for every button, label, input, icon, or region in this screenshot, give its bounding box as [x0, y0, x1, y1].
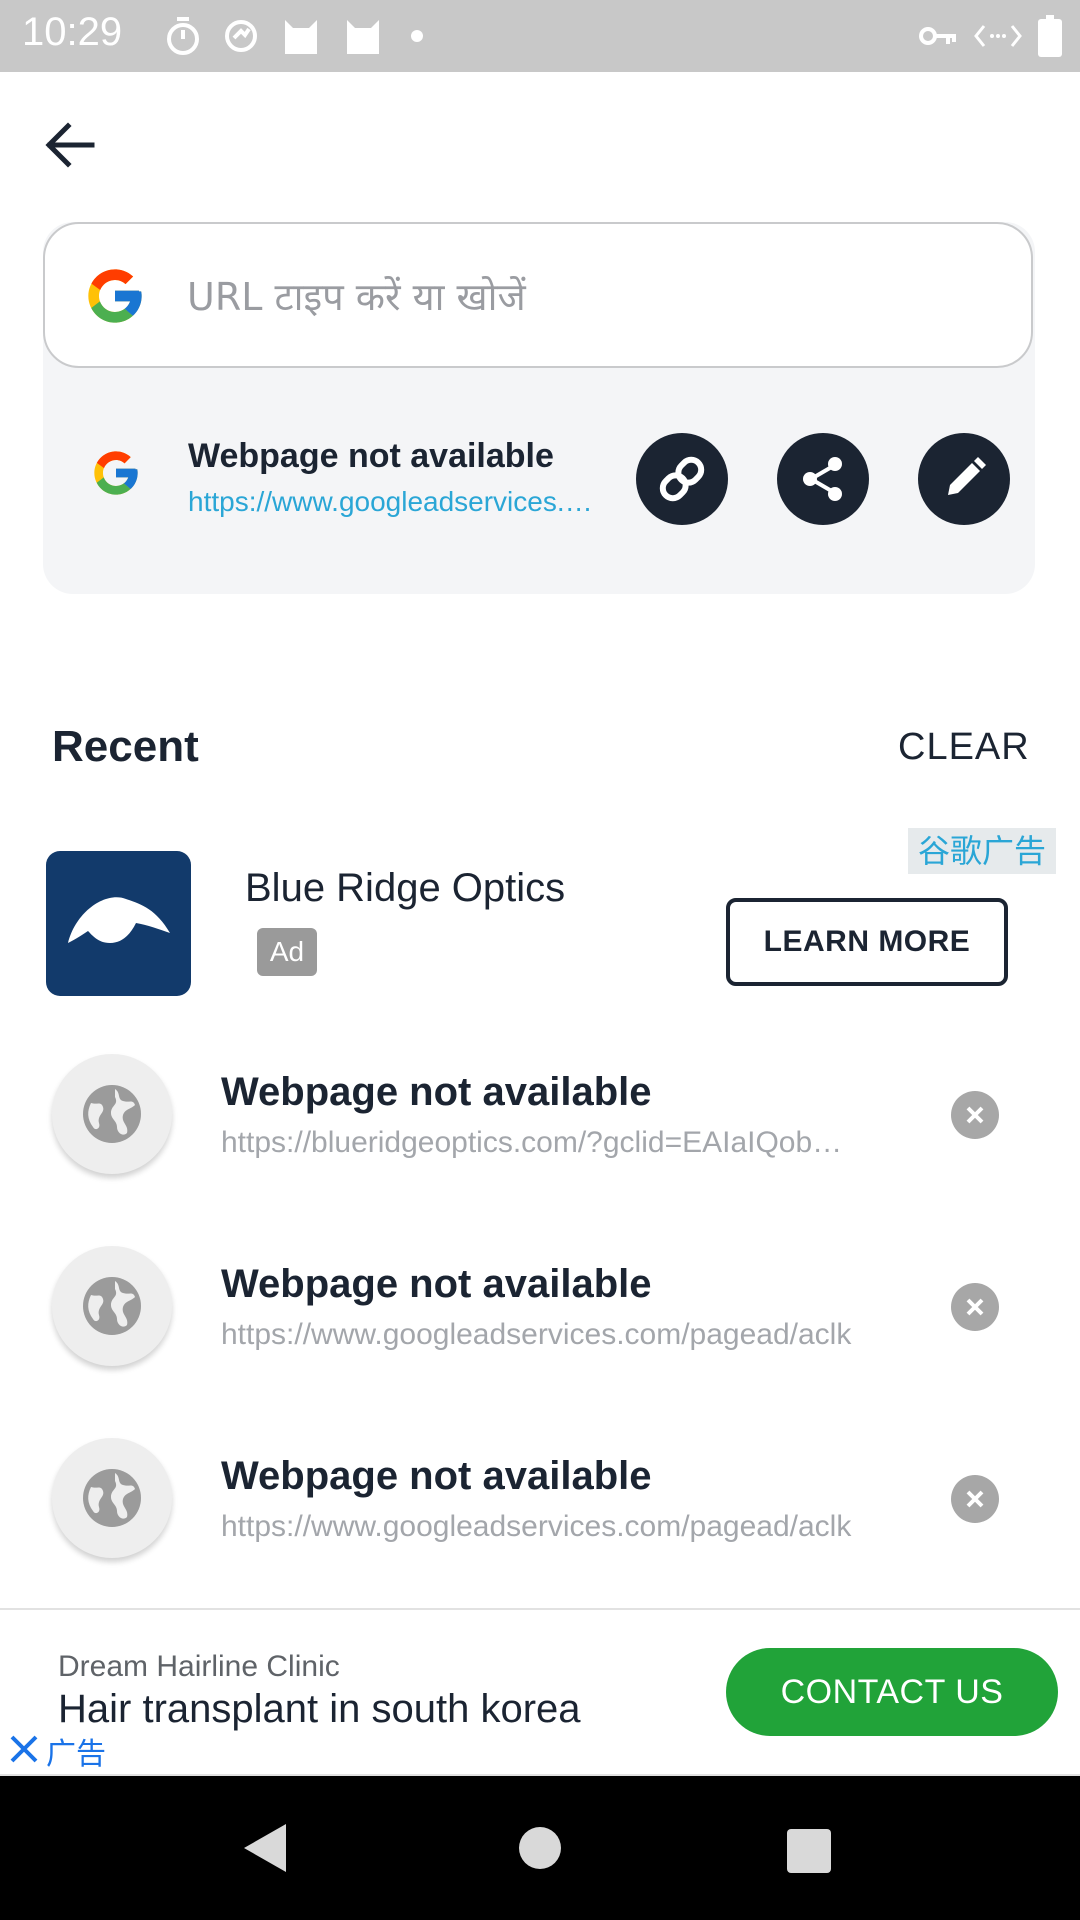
globe-icon [83, 1277, 141, 1335]
timer-icon [167, 17, 199, 55]
sync-icon [225, 20, 257, 52]
recent-item[interactable]: Webpage not available https://blueridgeo… [0, 1054, 1080, 1204]
ad-badge: Ad [257, 928, 317, 976]
status-icons-left [165, 14, 429, 58]
remove-button[interactable] [951, 1283, 999, 1331]
current-page-title[interactable]: Webpage not available [188, 437, 554, 476]
current-page-url[interactable]: https://www.googleadservices.com/pagead/… [188, 486, 603, 518]
close-icon [966, 1106, 984, 1124]
globe-avatar [52, 1246, 172, 1366]
banner-advertiser[interactable]: Dream Hairline Clinic [58, 1650, 340, 1684]
recent-heading: Recent [52, 722, 199, 771]
recent-item-title: Webpage not available [221, 1454, 652, 1498]
dot-icon [411, 30, 423, 42]
globe-icon [83, 1469, 141, 1527]
google-logo-icon [90, 447, 142, 499]
cat-icon [285, 20, 317, 54]
recent-item-title: Webpage not available [221, 1262, 652, 1306]
copy-link-button[interactable] [636, 433, 728, 525]
arrow-back-icon [45, 122, 95, 168]
nav-home-icon[interactable] [517, 1825, 563, 1871]
recent-item[interactable]: Webpage not available https://www.google… [0, 1246, 1080, 1396]
globe-avatar [52, 1438, 172, 1558]
contact-us-button[interactable]: CONTACT US [726, 1648, 1058, 1736]
status-icons-right [918, 14, 1062, 58]
cat-icon [347, 20, 379, 54]
share-button[interactable] [777, 433, 869, 525]
close-icon [966, 1490, 984, 1508]
search-placeholder: URL टाइप करें या खोजें [187, 275, 526, 319]
recent-item-url: https://www.googleadservices.com/pagead/… [221, 1318, 852, 1351]
mountain-logo-icon [68, 897, 170, 943]
clear-button[interactable]: CLEAR [898, 726, 1030, 769]
navigation-bar [0, 1776, 1080, 1920]
ad-advertiser-name[interactable]: Blue Ridge Optics [245, 866, 565, 911]
close-icon [966, 1298, 984, 1316]
remove-button[interactable] [951, 1475, 999, 1523]
edit-button[interactable] [918, 433, 1010, 525]
nav-back-icon[interactable] [240, 1822, 290, 1874]
nav-recents-icon[interactable] [786, 1828, 832, 1874]
globe-icon [83, 1085, 141, 1143]
pencil-icon [948, 457, 986, 495]
globe-avatar [52, 1054, 172, 1174]
learn-more-button[interactable]: LEARN MORE [726, 898, 1008, 986]
remove-button[interactable] [951, 1091, 999, 1139]
recent-item[interactable]: Webpage not available https://www.google… [0, 1438, 1080, 1588]
data-icon [974, 25, 1022, 47]
ad-close-button[interactable] [8, 1733, 40, 1765]
banner-ad-label[interactable]: 广告 [46, 1729, 106, 1773]
back-button[interactable] [38, 112, 104, 178]
google-logo-icon [83, 264, 147, 328]
advertiser-logo[interactable] [46, 851, 191, 996]
status-time: 10:29 [22, 10, 123, 54]
link-icon [659, 456, 705, 502]
battery-icon [1038, 15, 1062, 57]
vpn-key-icon [919, 27, 956, 45]
banner-headline[interactable]: Hair transplant in south korea [58, 1687, 581, 1732]
close-icon [10, 1735, 38, 1763]
recent-item-url: https://www.googleadservices.com/pagead/… [221, 1510, 852, 1543]
recent-item-title: Webpage not available [221, 1070, 652, 1114]
ad-label: 谷歌广告 [908, 828, 1056, 874]
recent-item-url: https://blueridgeoptics.com/?gclid=EAIaI… [221, 1126, 861, 1159]
share-icon [803, 457, 842, 501]
